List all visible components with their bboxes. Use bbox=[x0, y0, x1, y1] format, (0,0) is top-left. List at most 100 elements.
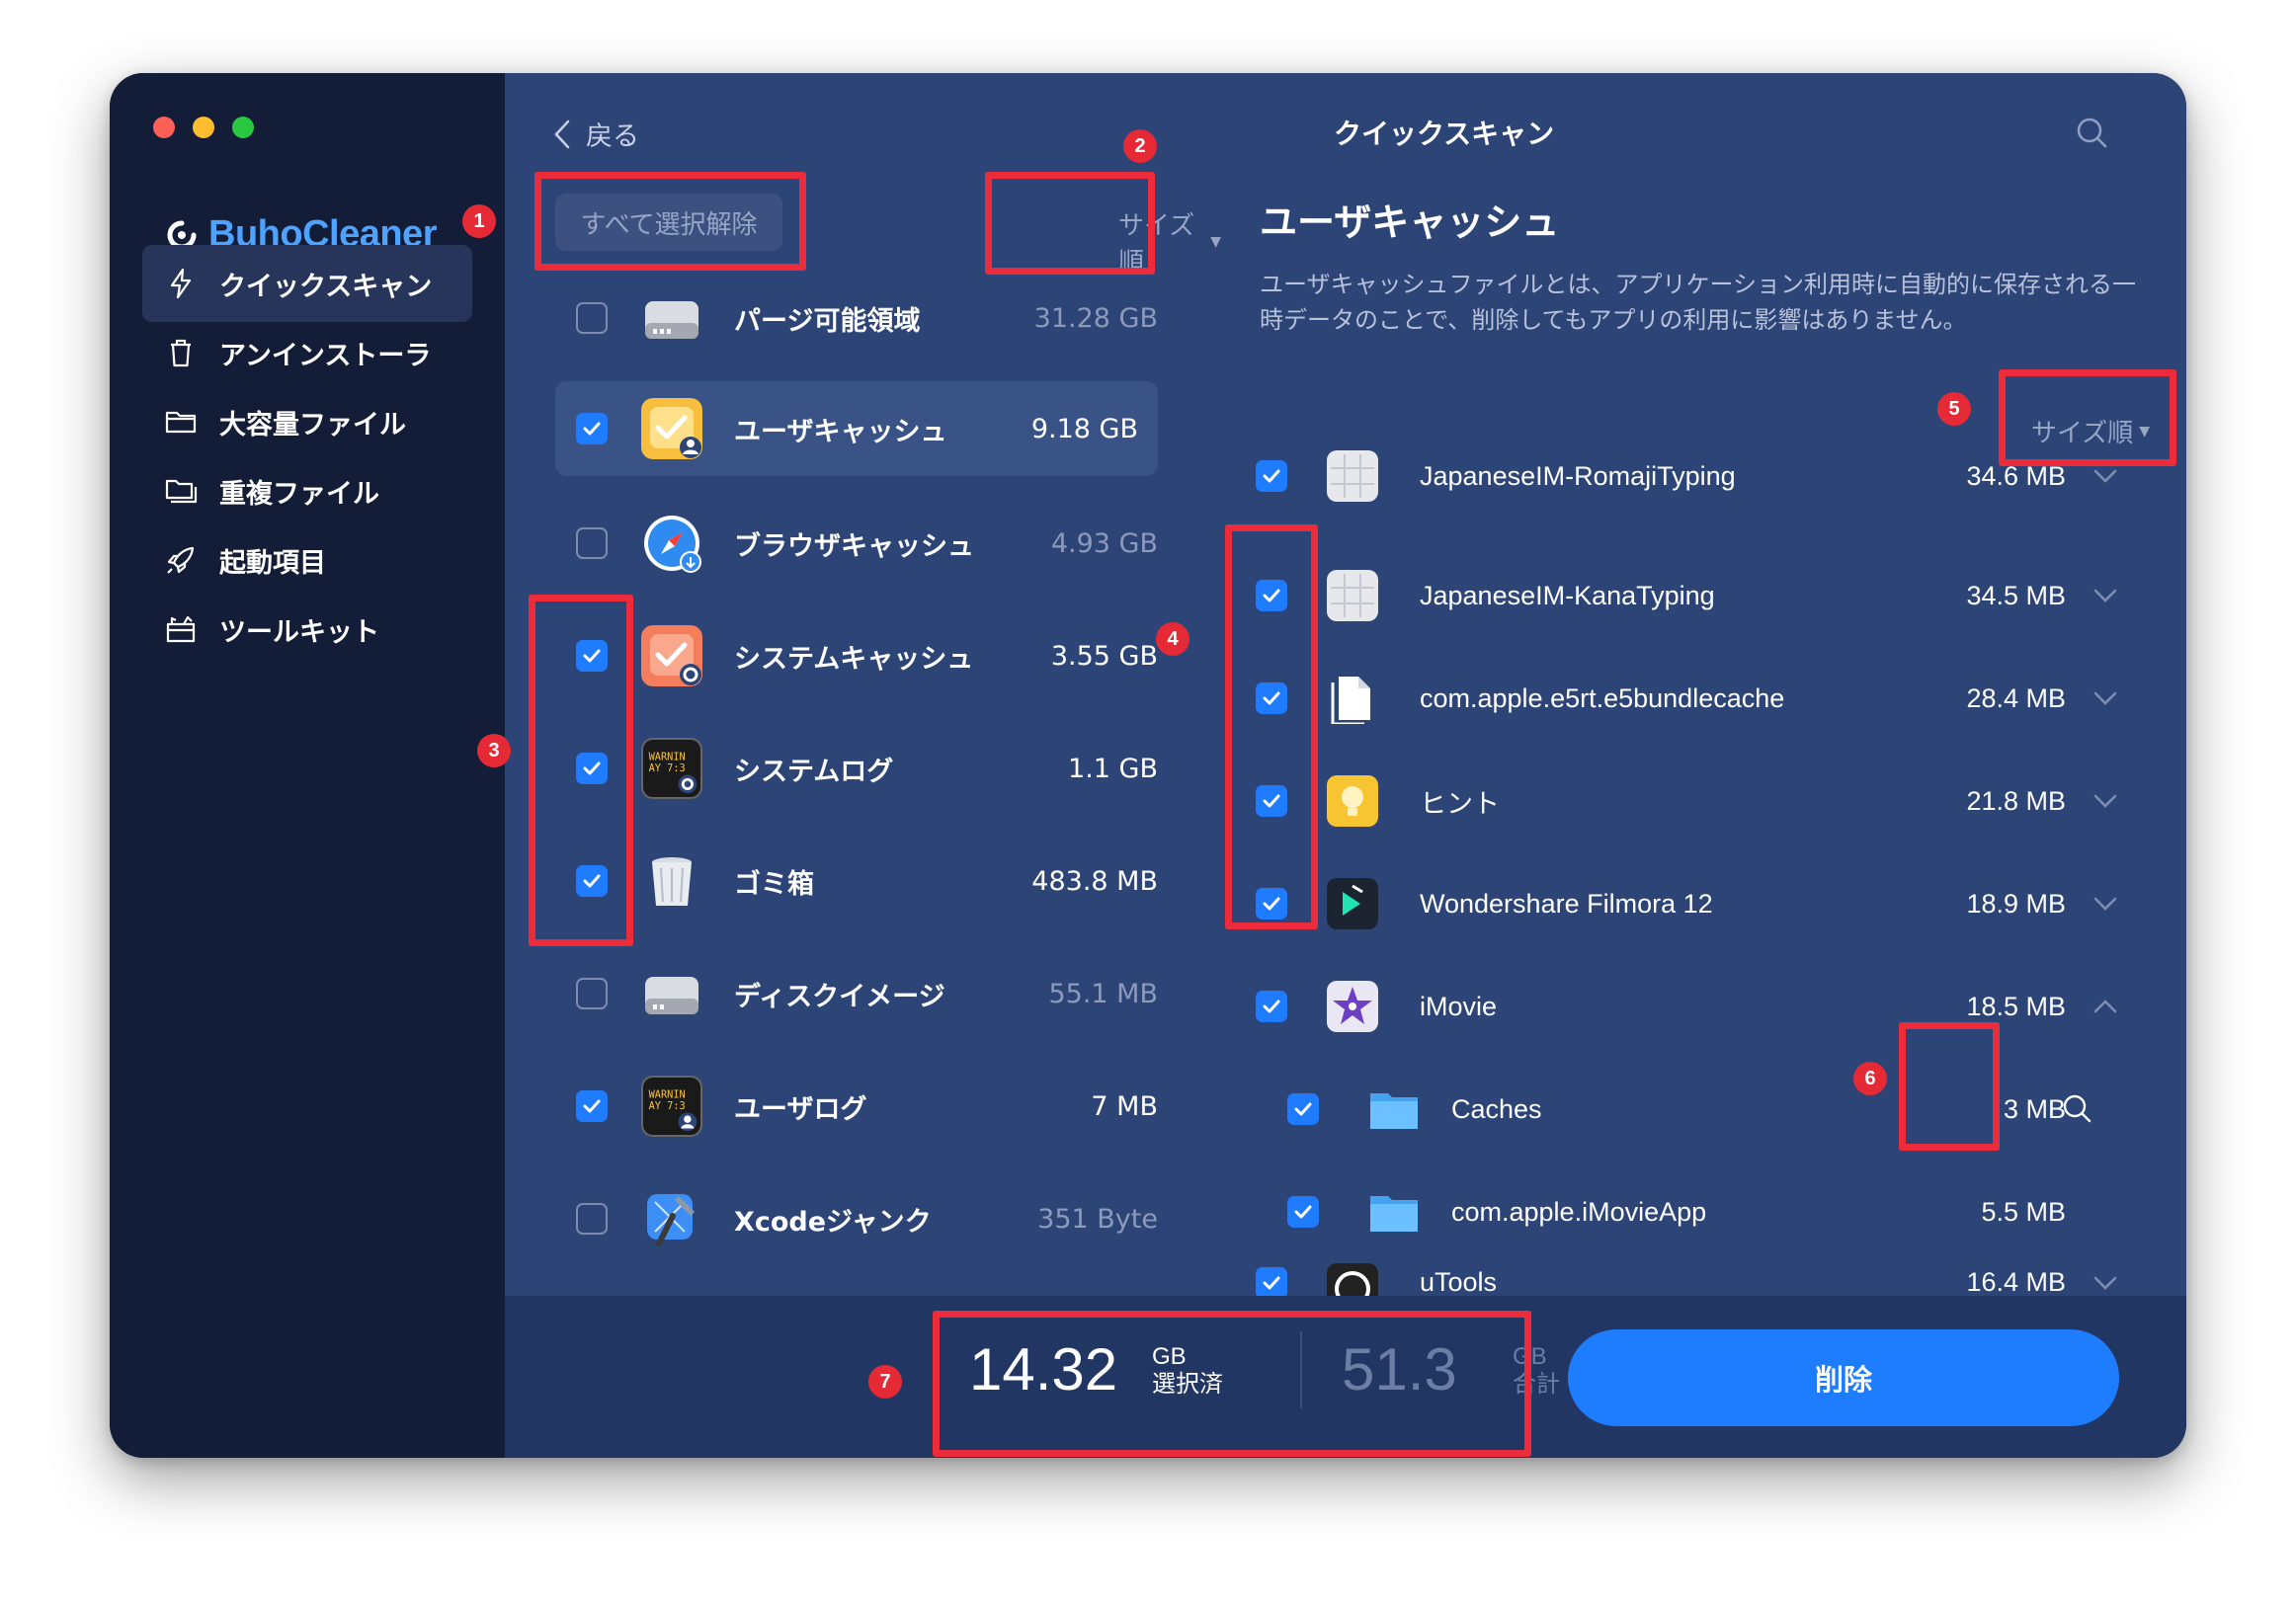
category-row-browser-cache[interactable]: ブラウザキャッシュ 4.93 GB bbox=[555, 496, 1158, 591]
sidebar-item-label: 大容量ファイル bbox=[219, 409, 406, 441]
xcode-icon bbox=[641, 1188, 702, 1249]
cache-child-row[interactable]: com.apple.iMovieApp 5.5 MB bbox=[1221, 1161, 2186, 1263]
sidebar-item-toolkit[interactable]: ツールキット bbox=[142, 591, 472, 668]
magnifier-reveal-icon[interactable] bbox=[2060, 1091, 2093, 1125]
folder-icon bbox=[165, 411, 197, 434]
cache-size: 18.5 MB bbox=[1966, 991, 2066, 1021]
chevron-down-icon[interactable] bbox=[2086, 892, 2125, 916]
back-button[interactable]: 戻る bbox=[552, 115, 639, 153]
category-size: 1.1 GB bbox=[1068, 753, 1158, 784]
detail-panel: クイックスキャン ユーザキャッシュ ユーザキャッシュファイルとは、アプリケーショ… bbox=[1221, 73, 2186, 1296]
trash-bin-icon bbox=[641, 850, 702, 912]
cache-label: JapaneseIM-RomajiTyping bbox=[1420, 460, 1736, 491]
category-row-disk-image[interactable]: ディスクイメージ 55.1 MB bbox=[555, 946, 1158, 1041]
checkbox[interactable] bbox=[576, 1090, 608, 1122]
annotation-box-5 bbox=[1999, 369, 2176, 466]
zoom-window-button[interactable] bbox=[232, 117, 254, 138]
category-row-xcode-junk[interactable]: Xcodeジャンク 351 Byte bbox=[555, 1171, 1158, 1266]
checkbox[interactable] bbox=[576, 1203, 608, 1235]
svg-text:WARNIN: WARNIN bbox=[649, 1089, 686, 1101]
utools-icon bbox=[1327, 1263, 1378, 1296]
section-title: ユーザキャッシュ bbox=[1260, 200, 1560, 244]
svg-text:AY 7:3: AY 7:3 bbox=[649, 762, 686, 774]
category-label: ユーザキャッシュ bbox=[734, 416, 947, 447]
checkbox[interactable] bbox=[576, 527, 608, 559]
chevron-up-icon[interactable] bbox=[2086, 995, 2125, 1018]
cache-row[interactable]: ヒント 21.8 MB bbox=[1221, 750, 2186, 852]
chevron-left-icon bbox=[554, 120, 570, 148]
lightbulb-icon bbox=[1327, 775, 1378, 827]
checkbox[interactable] bbox=[576, 413, 608, 444]
cache-size: 21.8 MB bbox=[1966, 785, 2066, 816]
category-size: 9.18 GB bbox=[1030, 413, 1138, 444]
sidebar-item-label: 重複ファイル bbox=[219, 478, 379, 510]
category-size: 31.28 GB bbox=[1033, 302, 1158, 334]
sidebar-item-label: クイックスキャン bbox=[219, 271, 433, 302]
folder-icon bbox=[1366, 1186, 1418, 1238]
chevron-down-icon[interactable] bbox=[2086, 584, 2125, 607]
category-label: ゴミ箱 bbox=[734, 868, 814, 900]
checkbox[interactable] bbox=[576, 302, 608, 334]
cache-row[interactable]: com.apple.e5rt.e5bundlecache 28.4 MB bbox=[1221, 647, 2186, 750]
category-label: ユーザログ bbox=[734, 1093, 867, 1125]
rocket-icon bbox=[167, 546, 195, 574]
category-row-purgeable[interactable]: パージ可能領域 31.28 GB bbox=[555, 271, 1158, 365]
annotation-box-6 bbox=[1899, 1022, 2000, 1151]
cache-label: ヒント bbox=[1420, 788, 1500, 819]
annotation-badge-1: 1 bbox=[462, 204, 496, 238]
console-log-icon: WARNIN AY 7:3 bbox=[641, 738, 702, 799]
category-row-system-cache[interactable]: システムキャッシュ 3.55 GB bbox=[555, 608, 1158, 703]
cache-label: Wondershare Filmora 12 bbox=[1420, 888, 1713, 919]
sidebar-item-duplicate-files[interactable]: 重複ファイル bbox=[142, 452, 472, 529]
keyboard-grid-icon bbox=[1327, 450, 1378, 502]
category-size: 55.1 MB bbox=[1048, 978, 1158, 1009]
category-row-user-cache[interactable]: ユーザキャッシュ 9.18 GB bbox=[555, 381, 1158, 476]
sidebar-item-large-files[interactable]: 大容量ファイル bbox=[142, 383, 472, 460]
checkbox[interactable] bbox=[576, 978, 608, 1009]
category-row-user-log[interactable]: WARNIN AY 7:3 ユーザログ 7 MB bbox=[555, 1059, 1158, 1154]
category-row-trash[interactable]: ゴミ箱 483.8 MB bbox=[555, 834, 1158, 928]
chevron-down-icon[interactable] bbox=[2086, 789, 2125, 813]
system-cache-icon bbox=[641, 625, 702, 686]
category-size: 483.8 MB bbox=[1031, 865, 1158, 897]
cache-row[interactable]: uTools 16.4 MB bbox=[1221, 1263, 2186, 1296]
cache-label: Caches bbox=[1451, 1093, 1542, 1124]
annotation-box-4 bbox=[1225, 524, 1318, 929]
category-label: システムログ bbox=[734, 756, 894, 787]
cache-label: uTools bbox=[1420, 1267, 1498, 1296]
category-label: Xcodeジャンク bbox=[734, 1206, 932, 1238]
filmora-icon bbox=[1327, 878, 1378, 929]
back-label: 戻る bbox=[586, 121, 639, 152]
sidebar-item-label: ツールキット bbox=[219, 616, 379, 648]
cache-size: 34.5 MB bbox=[1966, 580, 2066, 610]
delete-button[interactable]: 削除 bbox=[1568, 1329, 2119, 1426]
keyboard-grid-icon bbox=[1327, 570, 1378, 621]
checkbox[interactable] bbox=[1256, 460, 1287, 492]
annotation-box-2 bbox=[985, 172, 1155, 275]
checkbox[interactable] bbox=[1287, 1093, 1319, 1125]
checkbox[interactable] bbox=[1256, 991, 1287, 1022]
cache-row[interactable]: iMovie 18.5 MB bbox=[1221, 955, 2186, 1058]
category-label: パージ可能領域 bbox=[734, 305, 921, 337]
cache-row[interactable]: Wondershare Filmora 12 18.9 MB bbox=[1221, 852, 2186, 955]
app-window: BuhoCleaner クイックスキャン アンインストーラ 大容量ファイル 重複… bbox=[110, 73, 2186, 1458]
checkbox[interactable] bbox=[1287, 1196, 1319, 1228]
annotation-badge-4: 4 bbox=[1156, 622, 1189, 656]
cache-child-row[interactable]: Caches 3 MB bbox=[1221, 1058, 2186, 1161]
cache-size: 5.5 MB bbox=[1981, 1196, 2066, 1227]
chevron-down-icon[interactable] bbox=[2086, 686, 2125, 710]
category-row-system-log[interactable]: WARNIN AY 7:3 システムログ 1.1 GB bbox=[555, 721, 1158, 816]
minimize-window-button[interactable] bbox=[193, 117, 214, 138]
chevron-down-icon[interactable] bbox=[2086, 1271, 2125, 1295]
sidebar-item-login-items[interactable]: 起動項目 bbox=[142, 521, 472, 599]
search-icon[interactable] bbox=[2074, 115, 2109, 150]
cache-row[interactable]: JapaneseIM-KanaTyping 34.5 MB bbox=[1221, 544, 2186, 647]
chevron-down-icon[interactable] bbox=[2086, 464, 2125, 488]
close-window-button[interactable] bbox=[153, 117, 175, 138]
disk-image-icon bbox=[641, 963, 702, 1024]
imovie-star-icon bbox=[1327, 981, 1378, 1032]
sidebar-item-quick-scan[interactable]: クイックスキャン bbox=[142, 245, 472, 322]
checkbox[interactable] bbox=[1256, 1267, 1287, 1296]
cache-label: com.apple.e5rt.e5bundlecache bbox=[1420, 682, 1785, 713]
sidebar-item-uninstaller[interactable]: アンインストーラ bbox=[142, 314, 472, 391]
